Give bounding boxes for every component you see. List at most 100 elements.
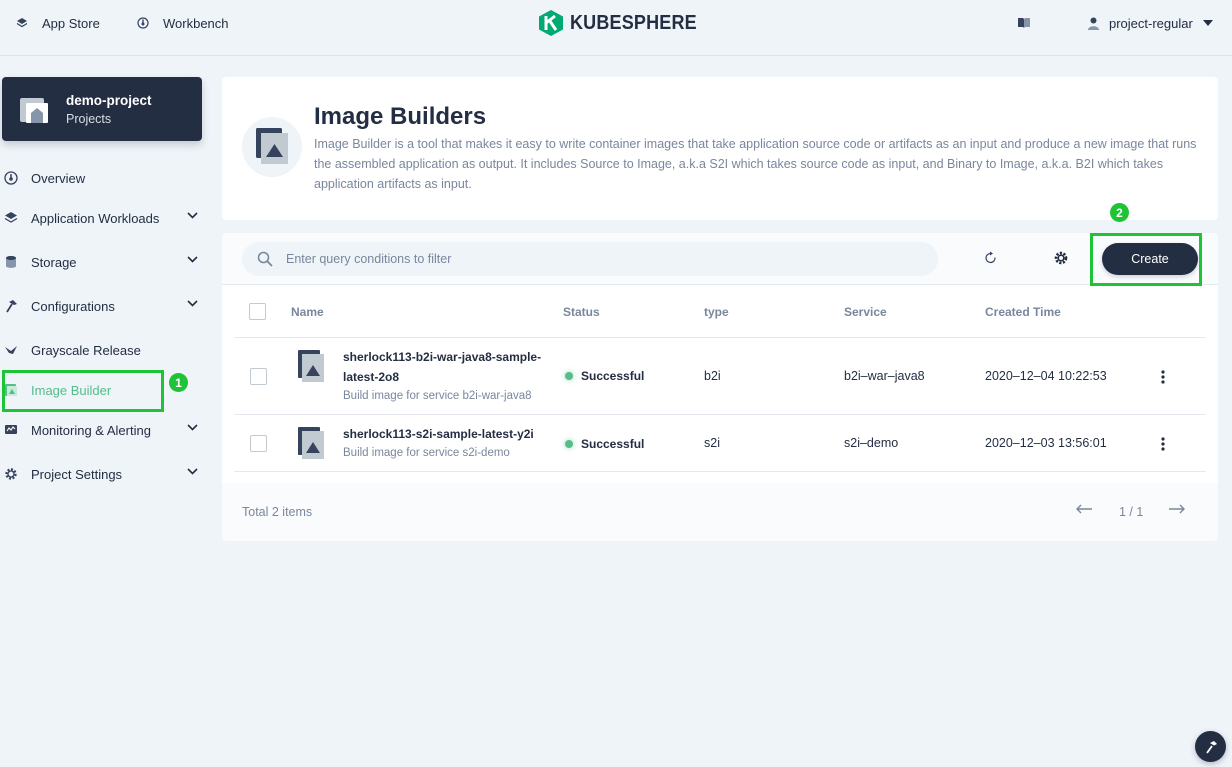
column-header-status[interactable]: Status [563, 305, 600, 319]
layers-icon [4, 212, 18, 223]
sidebar-item-overview[interactable]: Overview [0, 166, 205, 190]
column-header-type[interactable]: type [704, 305, 729, 319]
bird-icon [5, 346, 17, 354]
workbench-label: Workbench [163, 15, 229, 31]
table-footer: Total 2 items 1 / 1 [222, 483, 1218, 541]
sidebar-item-label: Configurations [31, 298, 115, 314]
arrow-right-icon[interactable] [1168, 503, 1186, 515]
logo-text: KUBESPHERE [570, 11, 697, 34]
page-header: Image Builders Image Builder is a tool t… [222, 77, 1218, 220]
kubesphere-logo[interactable]: KUBESPHERE [538, 9, 711, 37]
builder-name-line1[interactable]: sherlock113-b2i-war-java8-sample- [343, 347, 541, 367]
chevron-down-icon [187, 212, 198, 219]
search-icon [257, 251, 273, 267]
sidebar-item-label: Monitoring & Alerting [31, 422, 151, 438]
sidebar-item-label: Project Settings [31, 466, 123, 482]
top-navbar: App Store Workbench KUBESPHERE project-r… [0, 0, 1232, 56]
column-header-service[interactable]: Service [844, 305, 887, 319]
column-header-name[interactable]: Name [291, 305, 324, 319]
caret-down-icon [1202, 20, 1213, 26]
refresh-icon[interactable] [985, 251, 997, 265]
image-builder-icon [298, 427, 324, 459]
chevron-down-icon [187, 468, 198, 475]
more-options-icon[interactable] [1161, 370, 1165, 384]
annotation-badge-2: 2 [1110, 203, 1129, 222]
image-builder-table-card: Create Name Status type Service Created … [222, 233, 1218, 541]
more-options-icon[interactable] [1161, 437, 1165, 451]
header-icon-background [242, 117, 302, 177]
row-divider [234, 337, 1206, 338]
documentation-icon[interactable] [1017, 16, 1031, 34]
user-menu[interactable]: project-regular [1088, 14, 1213, 32]
row-divider [234, 414, 1206, 415]
chevron-down-icon [187, 424, 198, 431]
status-badge: Successful [565, 437, 644, 451]
type-cell: s2i [704, 436, 720, 450]
row-checkbox[interactable] [250, 368, 267, 385]
image-builder-icon [256, 128, 288, 164]
builder-description: Build image for service b2i-war-java8 [343, 390, 532, 402]
sidebar-item-application-workloads[interactable]: Application Workloads [0, 206, 205, 230]
row-divider [234, 471, 1206, 472]
table-toolbar: Create [222, 233, 1218, 285]
hammer-icon [6, 300, 17, 313]
dashboard-icon [4, 171, 18, 185]
status-text: Successful [581, 437, 645, 451]
column-header-created-time[interactable]: Created Time [985, 305, 1061, 319]
page-title: Image Builders [314, 103, 487, 130]
page-description: Image Builder is a tool that makes it ea… [314, 137, 1197, 191]
search-bar[interactable] [242, 242, 938, 276]
search-input[interactable] [286, 242, 926, 276]
app-store-link[interactable]: App Store [16, 14, 100, 32]
database-icon [6, 256, 16, 268]
chevron-down-icon [187, 256, 198, 263]
builder-name-line2[interactable]: latest-2o8 [343, 367, 399, 387]
image-builder-icon [5, 384, 17, 396]
project-type: Projects [66, 111, 112, 126]
project-selector[interactable]: demo-project Projects [2, 77, 202, 141]
status-dot [565, 372, 573, 380]
builder-name-line1[interactable]: sherlock113-s2i-sample-latest-y2i [343, 424, 534, 444]
status-text: Successful [581, 369, 645, 383]
monitor-icon [5, 425, 17, 434]
chevron-down-icon [187, 300, 198, 307]
username: project-regular [1109, 15, 1193, 31]
sidebar-item-monitoring-alerting[interactable]: Monitoring & Alerting [0, 418, 205, 442]
workbench-link[interactable]: Workbench [137, 14, 229, 32]
gear-icon[interactable] [1054, 251, 1068, 265]
kubesphere-logo-icon [539, 10, 563, 36]
status-badge: Successful [565, 369, 644, 383]
status-dot [565, 440, 573, 448]
sidebar-item-grayscale-release[interactable]: Grayscale Release [0, 338, 205, 362]
sidebar-item-label: Application Workloads [31, 210, 160, 226]
toolbox-button[interactable] [1195, 731, 1226, 762]
create-button[interactable]: Create [1102, 243, 1198, 275]
row-checkbox[interactable] [250, 435, 267, 452]
arrow-left-icon[interactable] [1075, 503, 1093, 515]
image-builder-icon [298, 350, 324, 382]
total-count: Total 2 items [242, 505, 313, 519]
created-time-cell: 2020–12–04 10:22:53 [985, 369, 1107, 383]
type-cell: b2i [704, 369, 721, 383]
project-icon [20, 98, 48, 123]
sidebar-item-configurations[interactable]: Configurations [0, 294, 205, 318]
service-cell[interactable]: s2i–demo [844, 436, 898, 450]
dashboard-icon [137, 17, 149, 29]
sidebar-item-label: Grayscale Release [31, 342, 141, 358]
gear-icon [5, 468, 17, 480]
sidebar-item-label: Image Builder [31, 382, 112, 398]
builder-description: Build image for service s2i-demo [343, 447, 510, 459]
sidebar-item-storage[interactable]: Storage [0, 250, 205, 274]
user-icon [1088, 17, 1099, 30]
annotation-badge-1: 1 [169, 373, 188, 392]
hammer-icon [1205, 740, 1217, 754]
sidebar-item-label: Overview [31, 170, 86, 186]
created-time-cell: 2020–12–03 13:56:01 [985, 436, 1107, 450]
sidebar-item-project-settings[interactable]: Project Settings [0, 462, 205, 486]
sidebar-item-label: Storage [31, 254, 77, 270]
project-name: demo-project [66, 92, 152, 108]
page-indicator: 1 / 1 [1119, 505, 1144, 519]
service-cell[interactable]: b2i–war–java8 [844, 369, 925, 383]
select-all-checkbox[interactable] [249, 303, 266, 320]
app-store-label: App Store [42, 15, 100, 31]
